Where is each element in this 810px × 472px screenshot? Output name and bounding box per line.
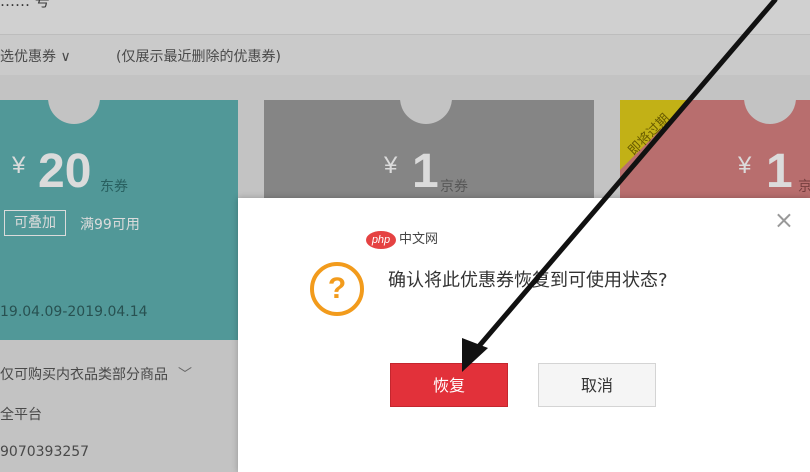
watermark: php 中文网 — [366, 228, 438, 249]
watermark-logo: php — [366, 231, 396, 249]
question-icon: ? — [310, 262, 364, 316]
restore-confirm-dialog: × php 中文网 ? 确认将此优惠券恢复到可使用状态? 恢复 取消 — [238, 198, 810, 472]
watermark-text: 中文网 — [399, 232, 439, 247]
cancel-button[interactable]: 取消 — [538, 363, 656, 407]
close-icon[interactable]: × — [774, 206, 794, 234]
dialog-message: 确认将此优惠券恢复到可使用状态? — [388, 270, 668, 291]
restore-button[interactable]: 恢复 — [390, 363, 508, 407]
